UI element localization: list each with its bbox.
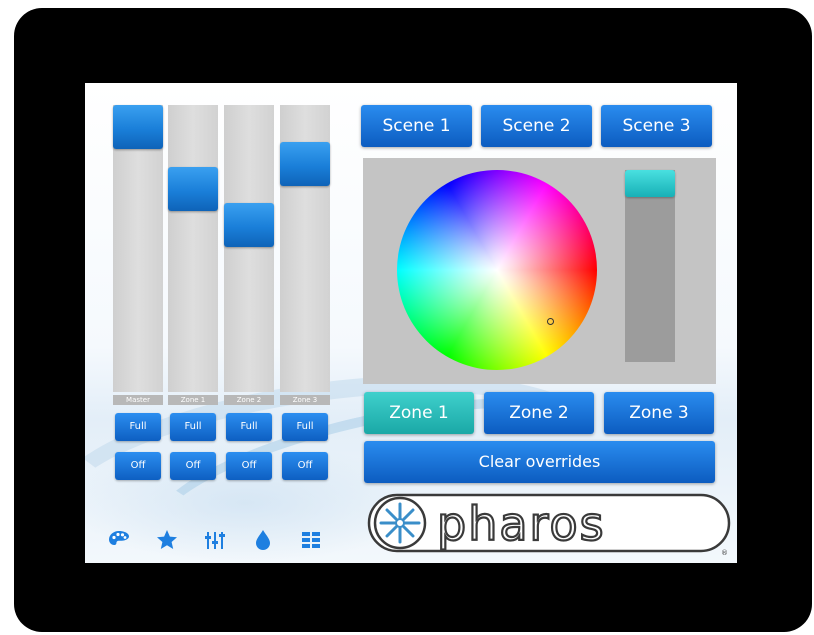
- scene-2-button[interactable]: Scene 2: [481, 105, 592, 147]
- pharos-logo: pharos ®: [367, 493, 731, 556]
- star-icon[interactable]: [155, 528, 179, 552]
- drop-icon[interactable]: [251, 528, 275, 552]
- fader-handle-master[interactable]: [113, 105, 163, 149]
- fader-label: Zone 1: [168, 395, 218, 405]
- zone-1-button[interactable]: Zone 1: [364, 392, 474, 434]
- intensity-handle[interactable]: [625, 170, 675, 197]
- full-button-zone-2[interactable]: Full: [226, 413, 272, 441]
- fader-label: Zone 2: [224, 395, 274, 405]
- grid-icon[interactable]: [299, 528, 323, 552]
- clear-overrides-button[interactable]: Clear overrides: [364, 441, 715, 483]
- off-button-zone-1[interactable]: Off: [170, 452, 216, 480]
- zone-3-button[interactable]: Zone 3: [604, 392, 714, 434]
- fader-track-zone-1[interactable]: [168, 105, 218, 392]
- brand-text: pharos: [437, 497, 606, 551]
- full-button-zone-1[interactable]: Full: [170, 413, 216, 441]
- zone-2-button[interactable]: Zone 2: [484, 392, 594, 434]
- fader-track-zone-2[interactable]: [224, 105, 274, 392]
- color-cursor[interactable]: [547, 318, 554, 325]
- fader-label: Zone 3: [280, 395, 330, 405]
- full-button-master[interactable]: Full: [115, 413, 161, 441]
- fader-track-master[interactable]: [113, 105, 163, 392]
- fader-handle-zone-2[interactable]: [224, 203, 274, 247]
- scene-1-button[interactable]: Scene 1: [361, 105, 472, 147]
- palette-icon[interactable]: [107, 528, 131, 552]
- registered-mark: ®: [721, 549, 728, 556]
- fader-label: Master: [113, 395, 163, 405]
- full-button-zone-3[interactable]: Full: [282, 413, 328, 441]
- color-wheel[interactable]: [397, 170, 597, 370]
- touch-screen: Master Full Off Zone 1 Full Off Zone 2 F…: [85, 83, 737, 563]
- off-button-zone-2[interactable]: Off: [226, 452, 272, 480]
- off-button-master[interactable]: Off: [115, 452, 161, 480]
- color-picker-panel: [363, 158, 716, 384]
- intensity-track[interactable]: [625, 170, 675, 362]
- fader-track-zone-3[interactable]: [280, 105, 330, 392]
- off-button-zone-3[interactable]: Off: [282, 452, 328, 480]
- sliders-icon[interactable]: [203, 528, 227, 552]
- fader-handle-zone-3[interactable]: [280, 142, 330, 186]
- fader-handle-zone-1[interactable]: [168, 167, 218, 211]
- scene-3-button[interactable]: Scene 3: [601, 105, 712, 147]
